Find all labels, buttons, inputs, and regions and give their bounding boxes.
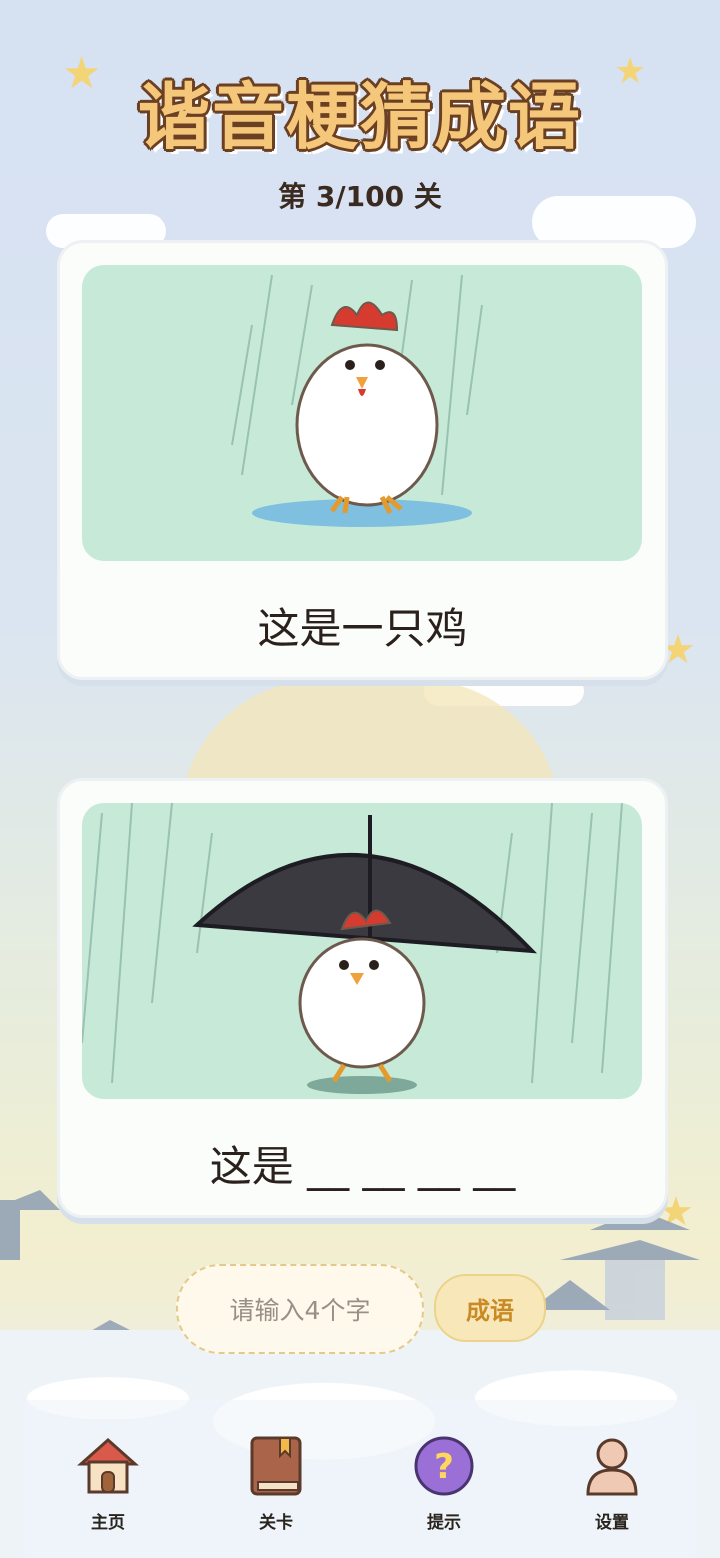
level-indicator: 第 3/100 关 bbox=[278, 180, 442, 213]
book-icon bbox=[216, 1430, 336, 1502]
chicken-umbrella-illustration bbox=[82, 803, 642, 1099]
nav-item-levels[interactable]: 关卡 bbox=[216, 1430, 336, 1533]
nav-label-hint: 提示 bbox=[427, 1513, 461, 1533]
nav-label-home: 主页 bbox=[91, 1513, 125, 1533]
clue-caption: 这是一只鸡 bbox=[257, 604, 468, 653]
nav-item-home[interactable]: 主页 bbox=[48, 1430, 168, 1533]
nav-label-settings: 设置 bbox=[595, 1513, 629, 1533]
puzzle-card: 这是 __ __ __ __ bbox=[57, 778, 668, 1218]
nav-label-levels: 关卡 bbox=[259, 1513, 293, 1533]
svg-text:?: ? bbox=[434, 1447, 454, 1487]
hint-icon: ? bbox=[384, 1430, 504, 1502]
home-icon bbox=[48, 1430, 168, 1502]
profile-icon bbox=[552, 1430, 672, 1502]
nav-item-hint[interactable]: ? 提示 bbox=[384, 1430, 504, 1533]
wet-chicken-illustration bbox=[82, 265, 642, 561]
nav-item-settings[interactable]: 设置 bbox=[552, 1430, 672, 1533]
submit-idiom-button[interactable]: 成语 bbox=[434, 1274, 546, 1342]
page-title: 谐音梗猜成语 bbox=[137, 75, 582, 159]
puzzle-caption: 这是 __ __ __ __ bbox=[209, 1142, 516, 1191]
clue-card: 这是一只鸡 bbox=[57, 240, 668, 680]
answer-input[interactable]: 请输入4个字 bbox=[176, 1264, 424, 1354]
